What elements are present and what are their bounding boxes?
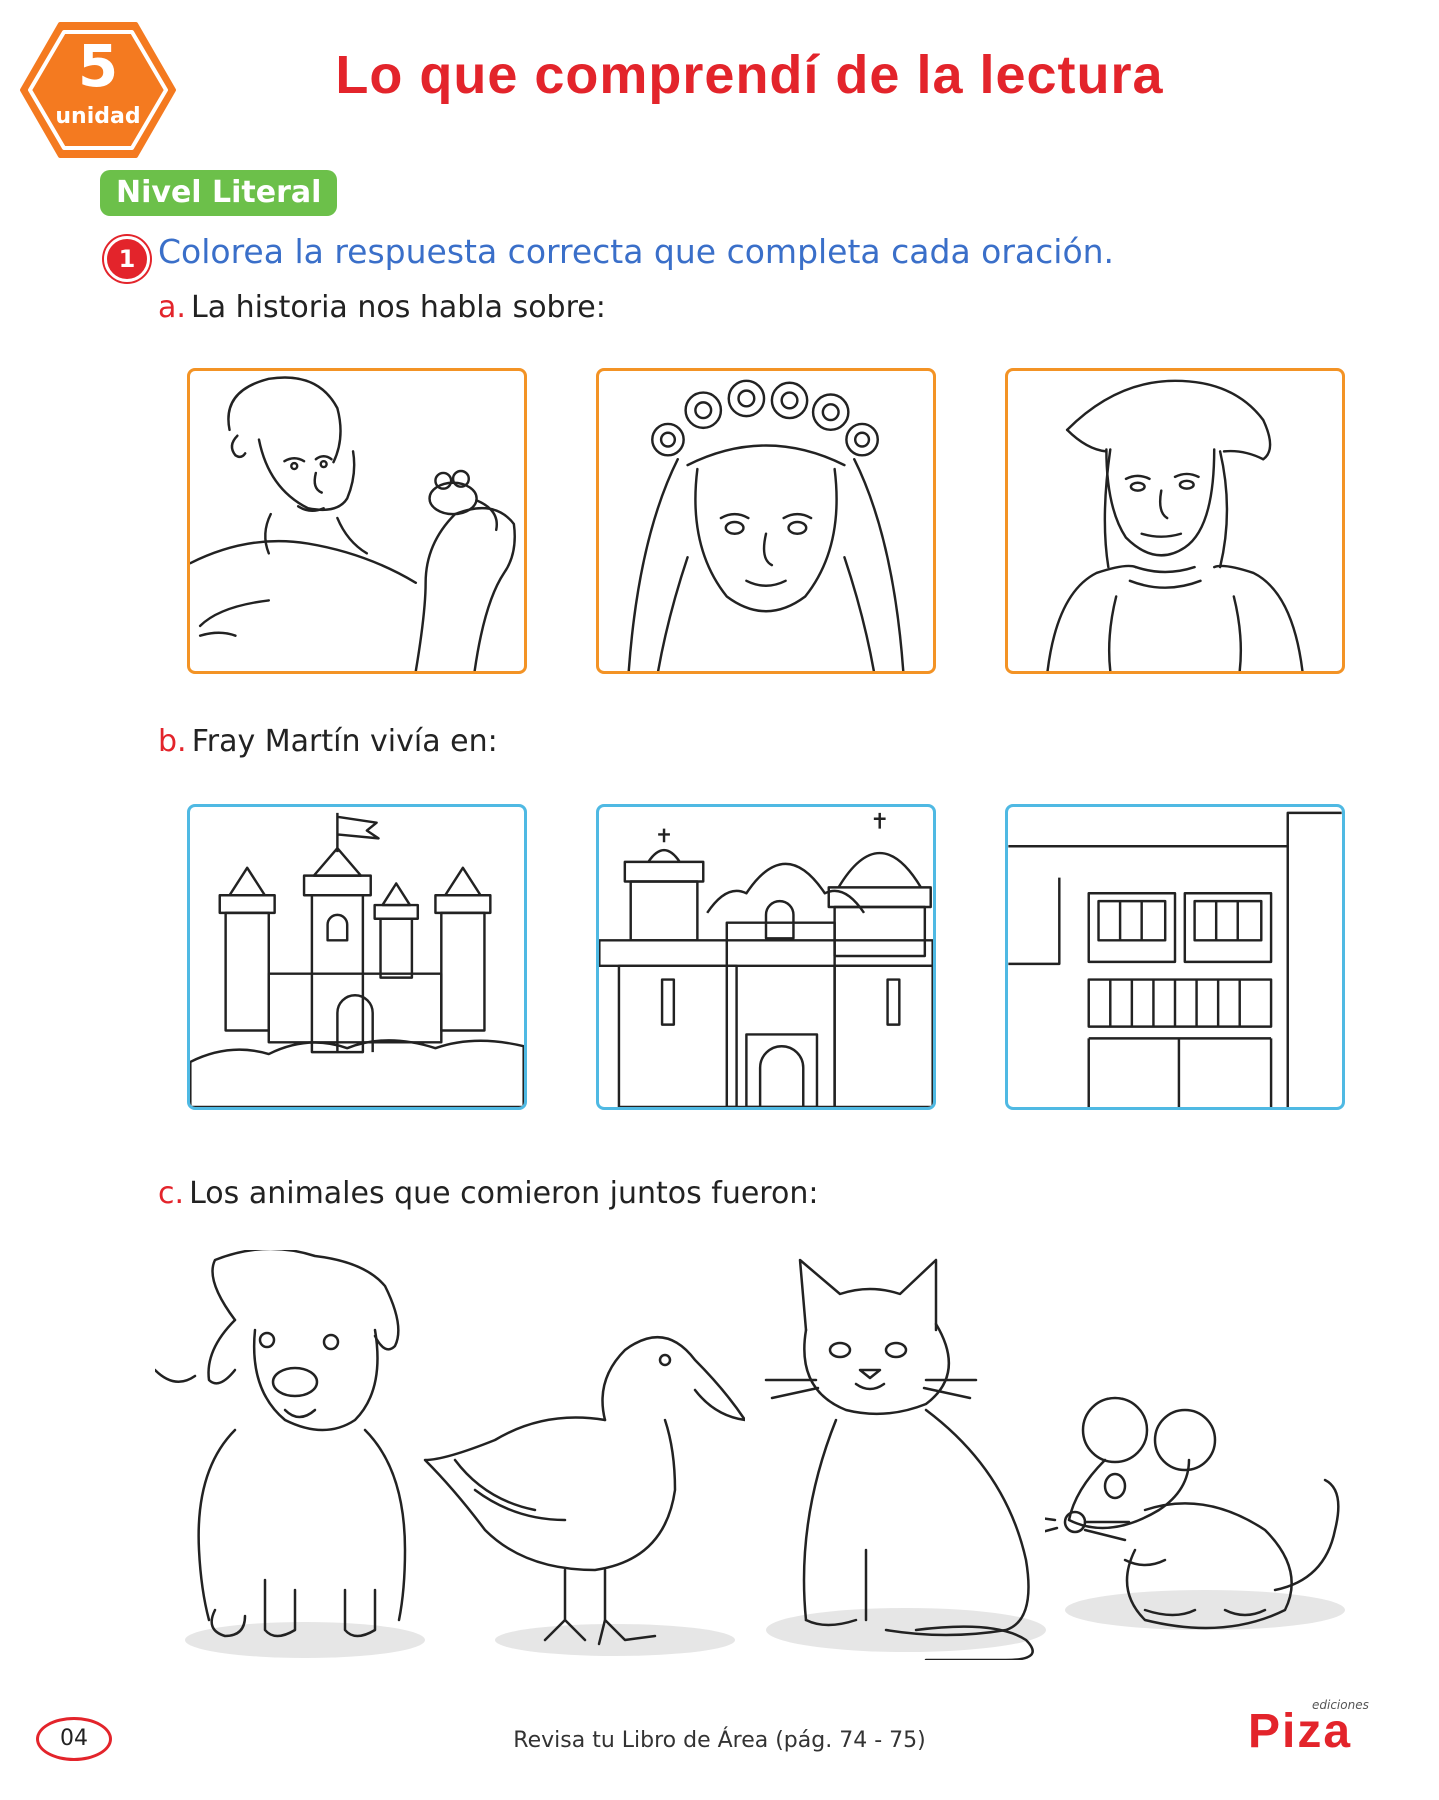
option-cat[interactable]	[756, 1250, 1056, 1662]
unit-label: unidad	[55, 104, 141, 129]
duck-icon	[423, 1335, 747, 1656]
item-letter: b.	[158, 724, 187, 759]
question-instruction: Colorea la respuesta correcta que comple…	[158, 232, 1115, 271]
option-boy-with-mouse[interactable]	[187, 368, 527, 674]
item-text: Fray Martín vivía en:	[191, 724, 498, 759]
mouse-icon	[1023, 1396, 1345, 1630]
publisher-logo: Piza	[1248, 1705, 1353, 1758]
item-letter: a.	[158, 290, 186, 325]
level-tag: Nivel Literal	[100, 170, 338, 216]
saint-with-flower-crown-icon	[627, 379, 905, 671]
boy-holding-mouse-icon	[190, 376, 516, 671]
footer-note: Revisa tu Libro de Área (pág. 74 - 75)	[513, 1728, 926, 1753]
option-castle[interactable]	[187, 804, 527, 1110]
item-letter: c.	[158, 1176, 185, 1211]
page-title: Lo que comprendí de la lectura	[335, 45, 1164, 105]
option-convent-church[interactable]	[596, 804, 936, 1110]
option-dog[interactable]	[153, 1247, 430, 1660]
dog-icon	[153, 1247, 425, 1658]
convent-church-icon	[599, 812, 933, 1107]
explorer-with-hat-icon	[1046, 379, 1304, 671]
police-station-icon	[1008, 811, 1342, 1107]
option-saint-with-crown[interactable]	[596, 368, 936, 674]
item-text: La historia nos habla sobre:	[191, 290, 606, 325]
option-police-station[interactable]	[1005, 804, 1345, 1110]
item-c-label: c. Los animales que comieron juntos fuer…	[158, 1176, 818, 1211]
option-explorer[interactable]	[1005, 368, 1345, 674]
option-mouse[interactable]	[1023, 1390, 1355, 1670]
cat-icon	[764, 1258, 1046, 1662]
question-number: 1	[104, 236, 150, 282]
item-text: Los animales que comieron juntos fueron:	[189, 1176, 819, 1211]
item-a-label: a. La historia nos habla sobre:	[158, 290, 606, 325]
castle-icon	[190, 812, 524, 1107]
item-b-label: b. Fray Martín vivía en:	[158, 724, 498, 759]
option-duck[interactable]	[415, 1320, 747, 1660]
